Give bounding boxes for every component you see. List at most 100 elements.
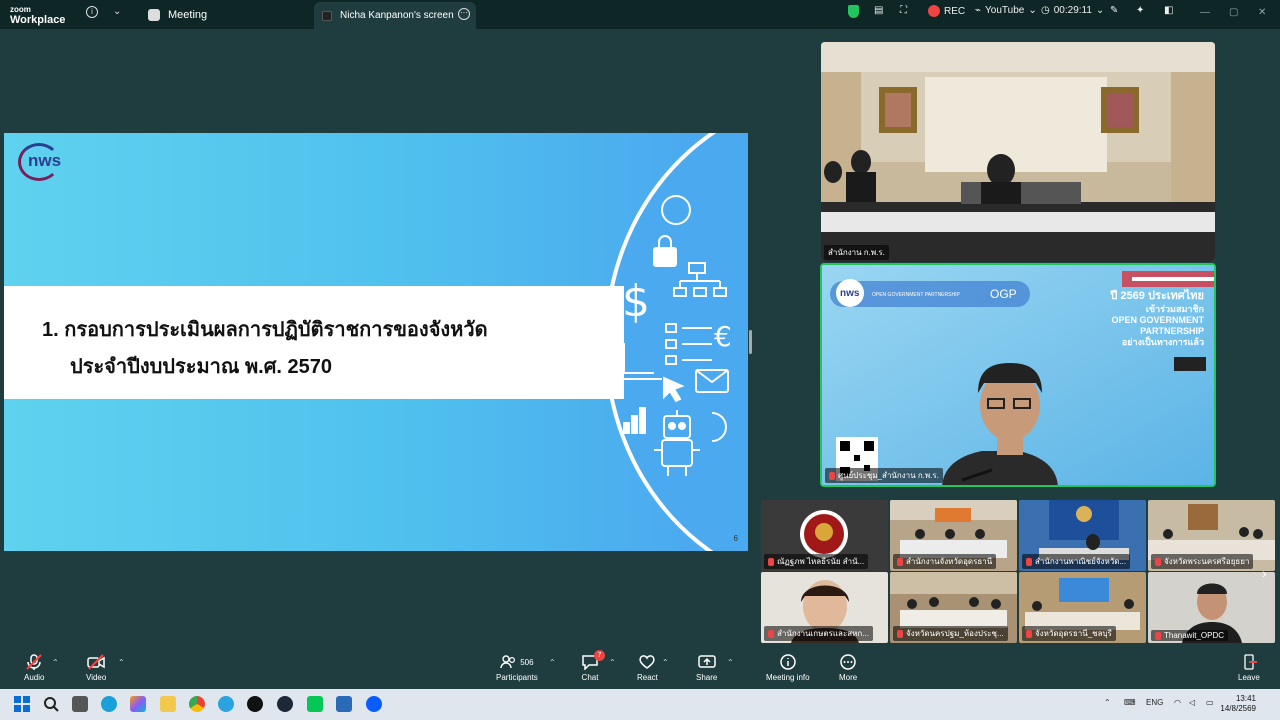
rec-label: REC <box>944 5 966 17</box>
participants-button[interactable]: 506 Participants <box>496 654 538 682</box>
participant-name: จังหวัดอุดรธานี_ชลบุรี <box>1035 629 1112 638</box>
record-icon <box>928 5 940 17</box>
video-off-icon <box>87 654 105 670</box>
zoom-app-icon[interactable] <box>366 696 382 712</box>
keyboard-icon[interactable]: ⌨ <box>1124 698 1136 707</box>
share-options-caret[interactable]: ⌃ <box>727 658 734 667</box>
mic-muted-icon <box>1026 629 1032 638</box>
participant-tile[interactable]: จังหวัดนครปฐม_ห้องประชุ... <box>890 572 1017 643</box>
app-g-icon[interactable] <box>247 696 263 712</box>
maximize-icon[interactable]: ▢ <box>1229 7 1238 18</box>
resize-handle[interactable] <box>749 330 752 354</box>
info-icon[interactable]: i <box>86 6 98 18</box>
participant-tile[interactable]: สำนักงานเกษตรและสหก... <box>761 572 888 643</box>
tray-overflow-icon[interactable]: ⌃ <box>1104 698 1111 707</box>
video-button[interactable]: Video <box>86 654 106 682</box>
audio-label: Audio <box>24 673 45 682</box>
participant-name: สำนักงานพาณิชย์จังหวัด... <box>1035 557 1127 566</box>
steam-icon[interactable] <box>277 696 293 712</box>
more-icon <box>840 654 856 670</box>
meeting-timer[interactable]: ◷ 00:29:11 ⌄ <box>1041 5 1104 16</box>
participant-name: ศูนย์ประชุม_สำนักงาน ก.พ.ร. <box>838 471 939 480</box>
participant-tile[interactable]: ณัฏฐภพ ไหลธีรนัย สำนั... <box>761 500 888 571</box>
react-options-caret[interactable]: ⌃ <box>662 658 669 667</box>
react-button[interactable]: React <box>637 654 658 682</box>
language-indicator[interactable]: ENG <box>1146 698 1163 707</box>
participants-label: Participants <box>496 673 538 682</box>
participant-name: Thanawit_OPDC <box>1164 631 1225 640</box>
broadcast-icon: ⌁ <box>975 5 982 16</box>
security-icon[interactable] <box>848 5 859 18</box>
gallery-next-page-icon[interactable]: › <box>1262 565 1267 581</box>
audio-options-caret[interactable]: ⌃ <box>52 658 59 667</box>
mic-muted-icon <box>897 557 903 566</box>
meeting-info-button[interactable]: Meeting info <box>766 654 810 682</box>
participant-tile[interactable]: จังหวัดพระนครศรีอยุธยา <box>1148 500 1275 571</box>
file-explorer-icon[interactable] <box>160 696 176 712</box>
nws-logo: nws <box>18 143 64 181</box>
title-bar: zoom Workplace i ⌄ Meeting Nicha Kanpano… <box>0 0 1280 29</box>
wifi-icon[interactable]: ◠ <box>1174 698 1181 707</box>
chrome-icon[interactable] <box>189 696 205 712</box>
chat-options-caret[interactable]: ⌃ <box>609 658 616 667</box>
shared-screen-slide: nws $ € 1. กรอบการประเมินผลการปฏิบัติราช… <box>4 133 748 551</box>
svg-text:$: $ <box>622 276 650 327</box>
search-icon[interactable] <box>43 696 59 712</box>
notes-icon[interactable]: ▤ <box>874 5 883 16</box>
minimize-icon[interactable]: — <box>1200 7 1210 18</box>
clock-time: 13:41 <box>1235 694 1256 703</box>
participant-name-tag: จังหวัดพระนครศรีอยุธยา <box>1151 554 1254 569</box>
heart-icon <box>639 655 656 669</box>
mic-muted-icon <box>829 471 835 480</box>
slide-title-line2: ประจำปีงบประมาณ พ.ศ. 2570 <box>70 356 333 378</box>
share-button[interactable]: Share <box>696 654 717 682</box>
chevron-down-icon: ⌄ <box>1028 5 1037 16</box>
recording-indicator[interactable]: REC <box>928 5 965 17</box>
mic-muted-icon <box>897 629 903 638</box>
more-button[interactable]: More <box>839 654 857 682</box>
livestream-youtube[interactable]: ⌁ YouTube ⌄ <box>975 5 1037 16</box>
volume-icon[interactable]: ◁ <box>1189 698 1195 707</box>
mic-muted-icon <box>768 629 774 638</box>
annotate-icon[interactable]: ✎ <box>1110 5 1118 16</box>
chat-button[interactable]: 7 Chat <box>581 650 605 682</box>
apps-icon[interactable]: ⛶ <box>900 5 907 16</box>
participant-video-active-speaker[interactable]: nws OPEN GOVERNMENT PARTNERSHIP OGP ปี 2… <box>820 263 1216 487</box>
participants-options-caret[interactable]: ⌃ <box>549 658 556 667</box>
audio-button[interactable]: Audio <box>24 654 44 682</box>
tab-shared-screen[interactable]: Nicha Kanpanon's screen ··· <box>314 2 476 29</box>
participant-tile[interactable]: จังหวัดอุดรธานี_ชลบุรี <box>1019 572 1146 643</box>
edge-browser-icon[interactable] <box>101 696 117 712</box>
chat-icon: 7 <box>581 650 605 671</box>
ogp-line2: เข้าร่วมสมาชิก <box>1145 304 1204 314</box>
windows-start-icon[interactable] <box>14 696 30 712</box>
mic-muted-icon <box>768 557 774 566</box>
participant-tile[interactable]: สำนักงานจังหวัดอุดรธานี <box>890 500 1017 571</box>
leave-button[interactable]: Leave <box>1238 654 1260 682</box>
notes-app-icon[interactable] <box>336 696 352 712</box>
line-icon[interactable] <box>307 696 323 712</box>
tab-meeting[interactable]: Meeting <box>140 4 215 26</box>
meeting-icon <box>148 9 160 21</box>
task-view-icon[interactable] <box>72 696 88 712</box>
participant-name-tag: สำนักงานเกษตรและสหก... <box>764 626 873 641</box>
video-options-caret[interactable]: ⌃ <box>118 658 125 667</box>
taskbar-clock[interactable]: 13:41 14/8/2569 <box>1220 694 1256 714</box>
participant-video-conference-room[interactable]: สำนักงาน ก.พ.ร. <box>821 42 1215 262</box>
participant-name: จังหวัดนครปฐม_ห้องประชุ... <box>906 629 1004 638</box>
participant-name: สำนักงานเกษตรและสหก... <box>777 629 869 638</box>
copilot-icon[interactable] <box>130 696 146 712</box>
chevron-down-icon[interactable]: ⌄ <box>113 6 121 17</box>
participants-icon <box>500 655 516 669</box>
close-icon[interactable]: ✕ <box>1258 7 1266 18</box>
ai-companion-icon[interactable]: ✦ <box>1136 5 1144 16</box>
more-options-icon[interactable]: ··· <box>458 8 470 20</box>
participant-tile[interactable]: Thanawit_OPDC <box>1148 572 1275 643</box>
svg-text:€: € <box>714 320 732 353</box>
view-layout-icon[interactable]: ◧ <box>1164 5 1173 16</box>
participant-tile[interactable]: สำนักงานพาณิชย์จังหวัด... <box>1019 500 1146 571</box>
leave-icon <box>1244 654 1257 670</box>
battery-icon[interactable]: ▭ <box>1206 698 1214 707</box>
ogp-nws-logo: nws <box>840 288 860 299</box>
telegram-icon[interactable] <box>218 696 234 712</box>
